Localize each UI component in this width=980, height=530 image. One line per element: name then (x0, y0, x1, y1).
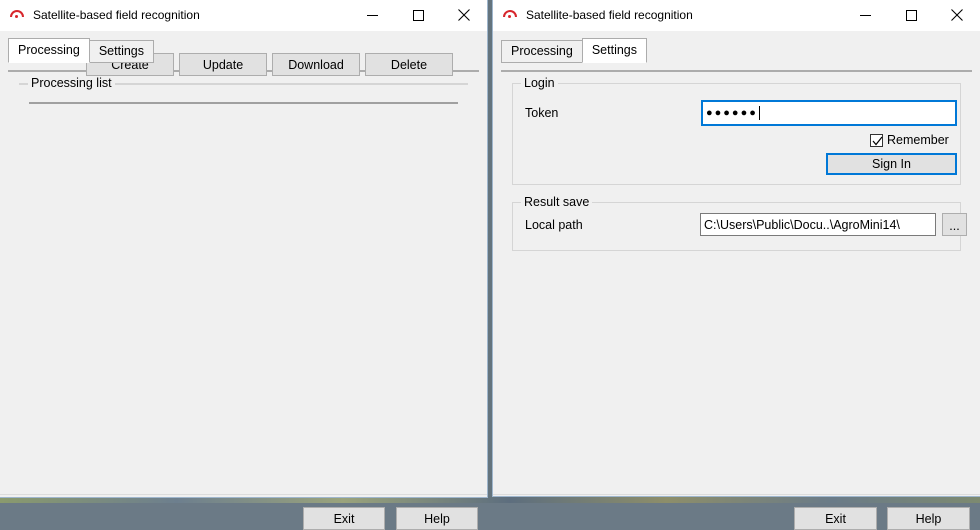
maximize-icon[interactable] (395, 0, 441, 31)
window-settings: Satellite-based field recognition Proces… (492, 0, 980, 497)
left-window-controls (349, 0, 487, 31)
minimize-icon[interactable] (349, 0, 395, 31)
right-exit-label: Exit (825, 512, 846, 526)
tab-settings-label: Settings (592, 43, 637, 57)
login-group: Login Token ●●●●●● Remember Sign In (512, 83, 961, 185)
left-client-area: Processing Settings Processing list Co (0, 39, 487, 63)
minimize-icon[interactable] (842, 0, 888, 31)
local-path-label: Local path (525, 218, 583, 232)
token-input-value: ●●●●●● (706, 107, 758, 119)
right-titlebar: Satellite-based field recognition (493, 0, 980, 31)
tab-settings[interactable]: Settings (89, 40, 154, 63)
right-exit-button[interactable]: Exit (794, 507, 877, 530)
maximize-icon[interactable] (888, 0, 934, 31)
right-client-area: Processing Settings Login Token ●●●●●● R… (493, 39, 980, 63)
right-help-button[interactable]: Help (887, 507, 970, 530)
remember-label: Remember (887, 133, 949, 147)
sign-in-button[interactable]: Sign In (826, 153, 957, 175)
close-icon[interactable] (441, 0, 487, 31)
left-titlebar: Satellite-based field recognition (0, 0, 487, 31)
processing-list-legend: Processing list (28, 76, 115, 90)
tab-processing[interactable]: Processing (501, 40, 583, 63)
tab-settings[interactable]: Settings (582, 38, 647, 63)
result-save-group: Result save Local path C:\Users\Public\D… (512, 202, 961, 251)
table-header-row: Completed Name Status Created (30, 103, 457, 104)
left-exit-button[interactable]: Exit (303, 507, 385, 530)
right-footer-divider (493, 494, 980, 495)
result-save-legend: Result save (521, 195, 592, 209)
token-input[interactable]: ●●●●●● (701, 100, 957, 126)
left-exit-label: Exit (334, 512, 355, 526)
satellite-dish-icon (9, 7, 25, 23)
satellite-dish-icon (502, 7, 518, 23)
token-label: Token (525, 106, 558, 120)
col-header-created[interactable]: Created (360, 103, 457, 104)
left-tabpage: Processing list Completed Name Status Cr… (8, 70, 479, 72)
right-tabstrip: Processing Settings (501, 39, 980, 63)
tab-settings-label: Settings (99, 44, 144, 58)
processing-table[interactable]: Completed Name Status Created 100%nogins… (29, 102, 458, 104)
checkbox-box (870, 134, 883, 147)
login-legend: Login (521, 76, 558, 90)
col-header-name[interactable]: Name (106, 103, 314, 104)
left-tabstrip: Processing Settings (8, 39, 487, 63)
right-tabpage: Login Token ●●●●●● Remember Sign In Res (501, 70, 972, 72)
local-path-input[interactable]: C:\Users\Public\Docu..\AgroMini14\ (700, 213, 936, 236)
processing-list-group: Processing list Completed Name Status Cr… (19, 83, 468, 85)
tab-processing-label: Processing (511, 44, 573, 58)
local-path-value: C:\Users\Public\Docu..\AgroMini14\ (704, 218, 900, 232)
col-header-status[interactable]: Status (314, 103, 360, 104)
left-footer-divider (0, 494, 487, 495)
browse-button[interactable]: ... (942, 213, 967, 236)
col-header-completed[interactable]: Completed (30, 103, 106, 104)
sign-in-label: Sign In (872, 157, 911, 171)
right-window-title: Satellite-based field recognition (526, 8, 842, 22)
left-window-title: Satellite-based field recognition (33, 8, 349, 22)
right-help-label: Help (916, 512, 942, 526)
browse-button-label: ... (949, 219, 959, 233)
left-help-label: Help (424, 512, 450, 526)
window-processing: Satellite-based field recognition Proces… (0, 0, 488, 498)
text-caret (759, 106, 760, 120)
tab-processing-label: Processing (18, 43, 80, 57)
left-help-button[interactable]: Help (396, 507, 478, 530)
right-window-controls (842, 0, 980, 31)
remember-checkbox[interactable]: Remember (870, 133, 949, 147)
tab-processing[interactable]: Processing (8, 38, 90, 63)
close-icon[interactable] (934, 0, 980, 31)
